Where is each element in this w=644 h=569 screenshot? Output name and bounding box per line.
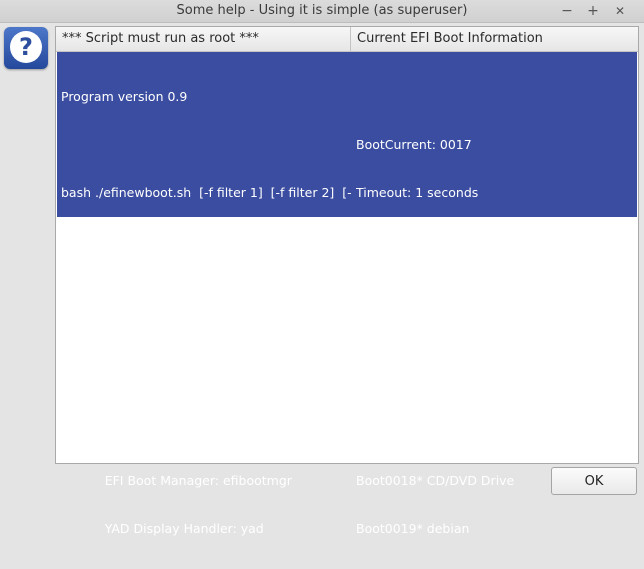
close-icon[interactable]: ✕ bbox=[611, 2, 629, 20]
column-header-script[interactable]: *** Script must run as root *** bbox=[56, 27, 351, 51]
ok-button[interactable]: OK bbox=[551, 467, 637, 495]
usage-line: --help | -h shows this output bbox=[61, 281, 297, 296]
window-title: Some help - Using it is simple (as super… bbox=[176, 3, 468, 18]
list-header: *** Script must run as root *** Current … bbox=[56, 27, 638, 52]
efi-info-line: BootCurrent: 0017 bbox=[356, 137, 472, 152]
efi-info-line: Boot0017* debian bbox=[356, 425, 470, 440]
usage-line: bash ./efinewboot.sh [-f filter 1] [-f f… bbox=[61, 185, 351, 200]
efi-info-line: BootOrder: 0013,0017,0018,0019,0014,0015 bbox=[356, 233, 637, 248]
usage-line: Required: bbox=[61, 425, 165, 440]
usage-line bbox=[61, 137, 351, 153]
question-mark-icon: ? bbox=[10, 31, 42, 63]
title-bar: Some help - Using it is simple (as super… bbox=[0, 0, 644, 23]
help-icon: ? bbox=[4, 27, 48, 69]
cell-usage: Program version 0.9 bash ./efinewboot.sh… bbox=[61, 57, 351, 569]
column-header-efi-info[interactable]: Current EFI Boot Information bbox=[351, 27, 638, 51]
list-row-selected[interactable]: Program version 0.9 bash ./efinewboot.sh… bbox=[57, 52, 637, 536]
usage-line: EFI Boot Manager: efibootmgr bbox=[61, 473, 292, 488]
efi-info-line: Timeout: 1 seconds bbox=[356, 185, 479, 200]
usage-line: --reboot| -r reboot as option bbox=[61, 329, 283, 344]
help-list[interactable]: *** Script must run as root *** Current … bbox=[55, 26, 639, 536]
usage-line: Program version 0.9 bbox=[61, 89, 188, 104]
efi-info-line bbox=[356, 89, 637, 105]
maximize-icon[interactable]: + bbox=[584, 2, 602, 20]
efi-info-line: Boot0015 UEFI OS bbox=[356, 377, 475, 392]
usage-line bbox=[61, 377, 351, 393]
efi-info-line: Boot0019* debian bbox=[356, 521, 470, 536]
usage-line: YAD Display Handler: yad bbox=[61, 521, 264, 536]
efi-info-line: Boot0014 Hard Drive bbox=[356, 329, 492, 344]
minimize-icon[interactable]: − bbox=[558, 2, 576, 20]
usage-line: --filter | -f displays choosen filters bbox=[61, 233, 327, 248]
efi-info-line: Boot0013* ubuntu bbox=[356, 281, 472, 296]
